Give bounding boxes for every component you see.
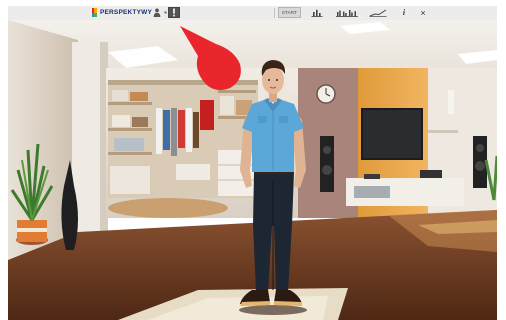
- logo-text: PERSPEKTYWY: [99, 9, 152, 16]
- close-icon: ×: [420, 7, 426, 18]
- start-button[interactable]: START: [278, 7, 301, 18]
- dot-icon: [163, 11, 167, 14]
- bar-chart-icon: [311, 9, 323, 17]
- room-scene: [8, 20, 497, 320]
- user-icon: [153, 8, 161, 17]
- alert-button[interactable]: [168, 7, 180, 18]
- trend-button[interactable]: [366, 7, 390, 18]
- info-button[interactable]: i: [398, 7, 410, 18]
- brand-logo[interactable]: PERSPEKTYWY: [92, 7, 152, 18]
- bar-chart-button[interactable]: [308, 7, 326, 18]
- app-frame: PERSPEKTYWY START i ×: [0, 0, 506, 320]
- info-icon: i: [402, 8, 406, 17]
- exclamation-icon: [173, 8, 175, 17]
- close-button[interactable]: ×: [417, 7, 429, 18]
- room-illustration: [8, 20, 497, 320]
- start-label: START: [281, 10, 298, 15]
- trend-line-icon: [369, 9, 387, 17]
- group-bars-icon: [336, 9, 358, 17]
- top-toolbar: PERSPEKTYWY START i ×: [8, 6, 497, 21]
- toolbar-separator: [274, 8, 275, 18]
- logo-mark-icon: [92, 8, 97, 17]
- group-bars-button[interactable]: [334, 7, 360, 18]
